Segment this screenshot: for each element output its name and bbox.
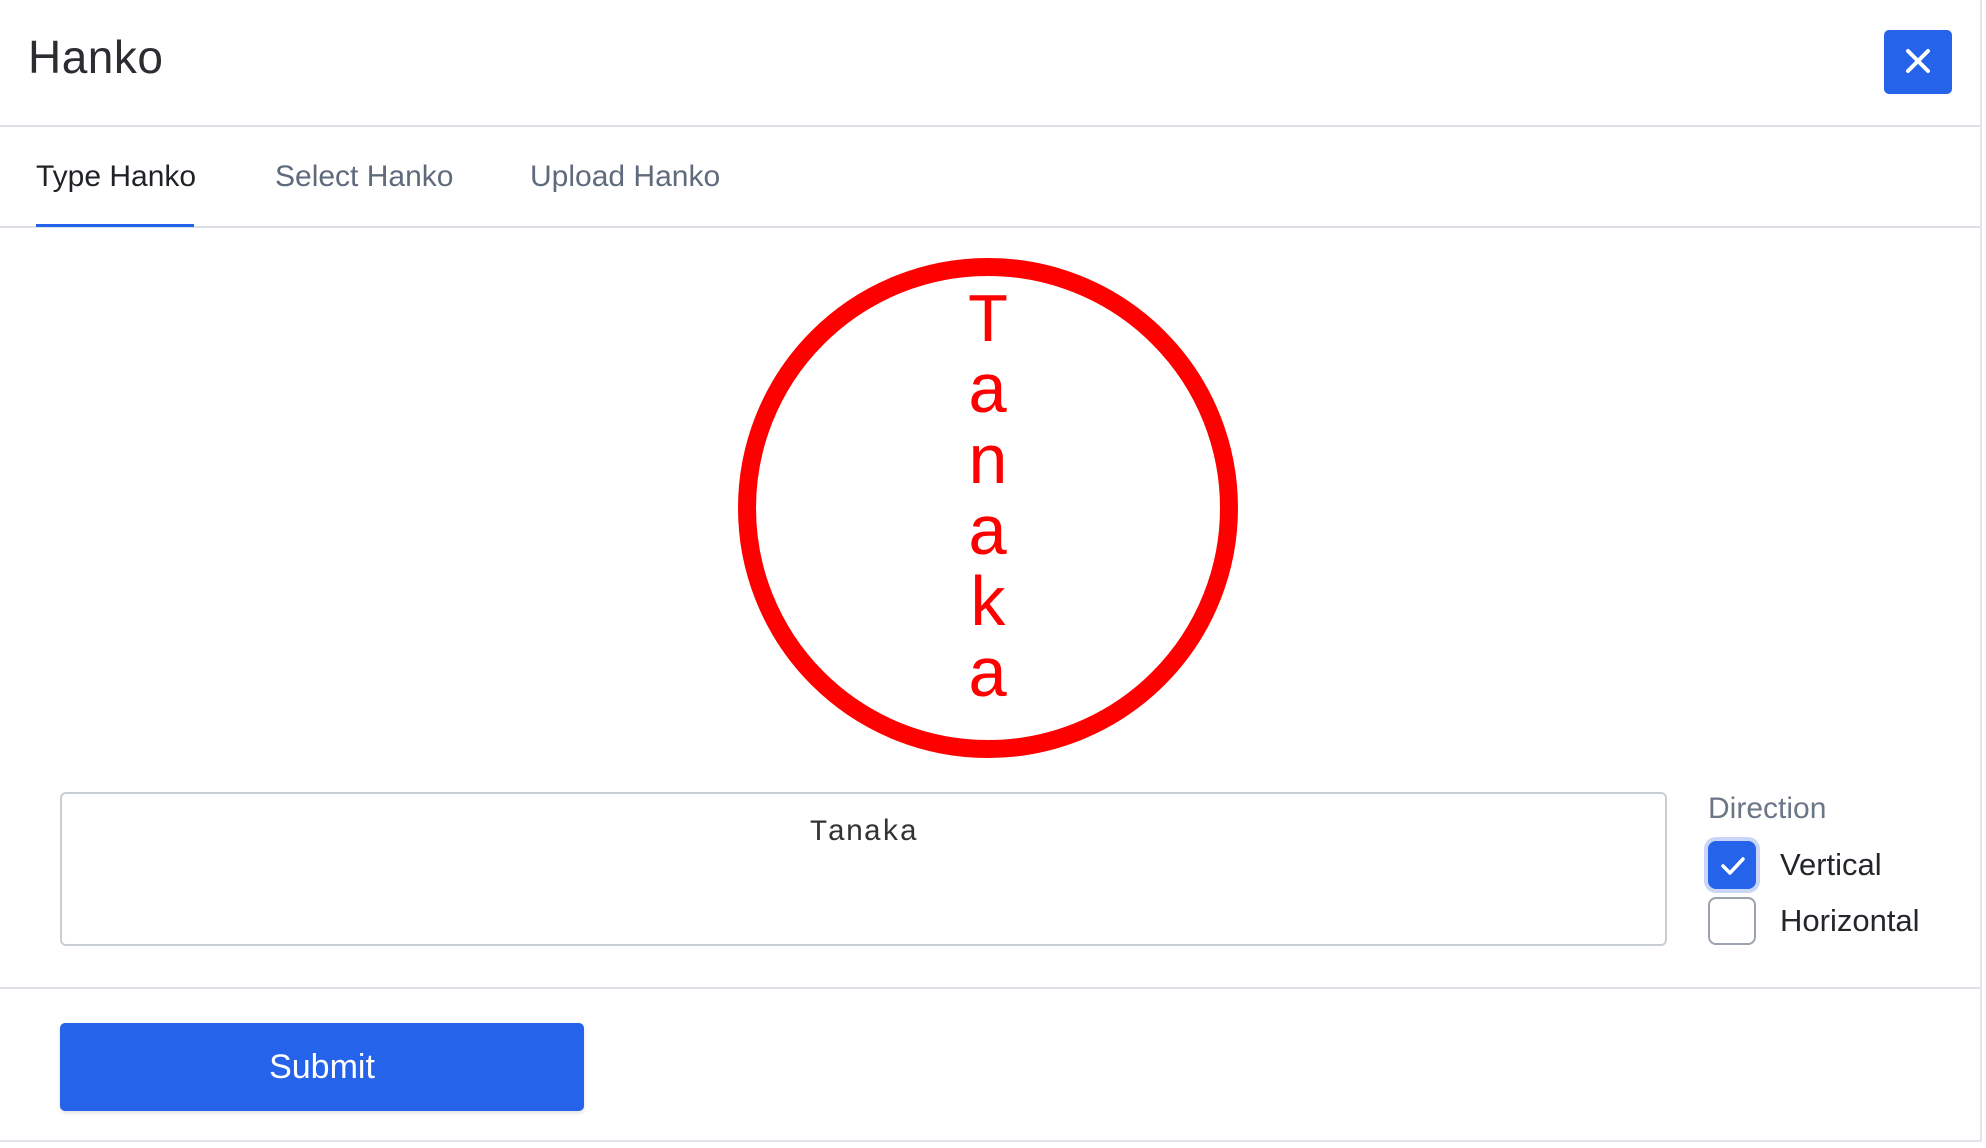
horizontal-label[interactable]: Horizontal xyxy=(1780,897,1920,945)
direction-group: Direction Vertical Horizontal xyxy=(1708,787,1978,953)
hanko-text-input[interactable]: Tanaka xyxy=(60,792,1667,946)
stamp-letter: a xyxy=(966,497,1009,576)
stamp-letter: a xyxy=(966,639,1009,718)
close-button[interactable] xyxy=(1884,30,1952,94)
stamp-text: T a n a k a xyxy=(738,288,1238,714)
tab-select-hanko[interactable]: Select Hanko xyxy=(275,127,453,227)
hanko-stamp-preview: T a n a k a xyxy=(738,258,1238,758)
direction-option-vertical[interactable]: Vertical xyxy=(1708,841,1978,897)
tab-bar: Type Hanko Select Hanko Upload Hanko xyxy=(0,127,1980,228)
vertical-checkbox[interactable] xyxy=(1708,841,1756,889)
hanko-dialog: Hanko Type Hanko Select Hanko Upload Han… xyxy=(0,0,1982,1142)
tab-upload-hanko[interactable]: Upload Hanko xyxy=(530,127,720,227)
direction-label: Direction xyxy=(1708,792,1827,825)
direction-option-horizontal[interactable]: Horizontal xyxy=(1708,897,1978,953)
stamp-letter: k xyxy=(966,568,1009,647)
submit-button[interactable]: Submit xyxy=(60,1023,584,1111)
dialog-title: Hanko xyxy=(28,31,164,83)
dialog-header: Hanko xyxy=(0,0,1980,127)
tab-type-hanko[interactable]: Type Hanko xyxy=(36,127,196,227)
stamp-letter: n xyxy=(966,426,1009,505)
close-icon xyxy=(1904,47,1932,78)
vertical-label[interactable]: Vertical xyxy=(1780,841,1882,889)
horizontal-checkbox[interactable] xyxy=(1708,897,1756,945)
dialog-footer: Submit xyxy=(0,987,1980,1142)
stamp-letter: a xyxy=(966,355,1009,434)
stamp-letter: T xyxy=(966,284,1009,363)
